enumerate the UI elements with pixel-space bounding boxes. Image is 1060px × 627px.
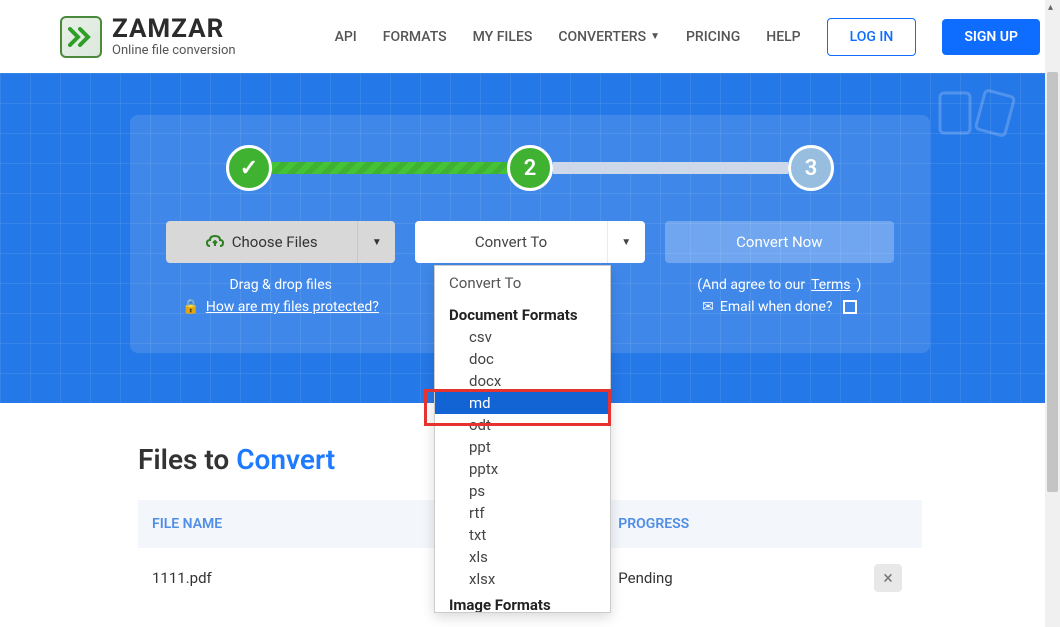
- format-pptx[interactable]: pptx: [435, 458, 610, 480]
- email-checkbox[interactable]: [843, 300, 857, 314]
- nav: API FORMATS MY FILES CONVERTERS▼ PRICING…: [335, 18, 1040, 56]
- choose-files-button[interactable]: Choose Files: [166, 221, 357, 263]
- format-ps[interactable]: ps: [435, 480, 610, 502]
- delete-file-button[interactable]: ×: [874, 564, 902, 592]
- deco-icon: [930, 83, 1020, 143]
- format-docx[interactable]: docx: [435, 370, 610, 392]
- choose-files-group: Choose Files ▼: [166, 221, 395, 263]
- email-line: ✉ Email when done?: [665, 299, 894, 315]
- choose-files-caret[interactable]: ▼: [357, 221, 395, 263]
- chevron-down-icon: ▼: [650, 31, 660, 42]
- step-bar-1: [272, 162, 507, 174]
- file-progress: Pending: [618, 569, 868, 587]
- format-rtf[interactable]: rtf: [435, 502, 610, 524]
- brand-tagline: Online file conversion: [112, 44, 236, 57]
- progress-steps: ✓ 2 3: [166, 145, 894, 191]
- format-csv[interactable]: csv: [435, 326, 610, 348]
- nav-pricing[interactable]: PRICING: [686, 29, 740, 45]
- nav-api[interactable]: API: [335, 29, 357, 45]
- nav-converters[interactable]: CONVERTERS▼: [558, 29, 660, 45]
- terms-line: (And agree to our Terms): [665, 277, 894, 293]
- step-1: ✓: [226, 145, 272, 191]
- dropdown-title: Convert To: [435, 266, 610, 300]
- logo[interactable]: ZAMZAR Online file conversion: [60, 16, 236, 58]
- chevron-down-icon: ▼: [621, 237, 631, 248]
- header: ZAMZAR Online file conversion API FORMAT…: [0, 0, 1060, 73]
- dropdown-group-images: Image Formats: [435, 590, 610, 613]
- convert-now-col: Convert Now (And agree to our Terms) ✉ E…: [665, 221, 894, 321]
- mail-icon: ✉: [702, 299, 714, 315]
- nav-help[interactable]: HELP: [766, 29, 800, 45]
- choose-col: Choose Files ▼ Drag & drop files 🔒 How a…: [166, 221, 395, 321]
- format-dropdown: Convert To Document Formats csv doc docx…: [434, 265, 611, 613]
- login-button[interactable]: LOG IN: [827, 18, 917, 56]
- convert-to-button[interactable]: Convert To: [415, 221, 606, 263]
- lock-icon: 🔒: [182, 299, 199, 315]
- step-3: 3: [788, 145, 834, 191]
- dropdown-scroll[interactable]: Convert To Document Formats csv doc docx…: [435, 266, 610, 613]
- convert-now-button[interactable]: Convert Now: [665, 221, 894, 263]
- protected-link[interactable]: How are my files protected?: [206, 299, 379, 315]
- format-xlsx[interactable]: xlsx: [435, 568, 610, 590]
- format-md[interactable]: md: [435, 392, 610, 414]
- format-odt[interactable]: odt: [435, 414, 610, 436]
- scrollbar-thumb[interactable]: [1047, 72, 1058, 492]
- format-doc[interactable]: doc: [435, 348, 610, 370]
- logo-icon: [60, 16, 102, 58]
- col-progress: PROGRESS: [618, 516, 868, 532]
- dropdown-group-documents: Document Formats: [435, 300, 610, 326]
- signup-button[interactable]: SIGN UP: [942, 19, 1040, 55]
- drag-drop-text: Drag & drop files: [166, 277, 395, 293]
- convert-to-group: Convert To ▼: [415, 221, 644, 263]
- step-2: 2: [507, 145, 553, 191]
- cloud-upload-icon: [206, 234, 224, 250]
- format-xls[interactable]: xls: [435, 546, 610, 568]
- terms-link[interactable]: Terms: [811, 277, 850, 293]
- scroll-up-icon: ▴: [1048, 2, 1053, 13]
- convert-now-group: Convert Now: [665, 221, 894, 263]
- format-txt[interactable]: txt: [435, 524, 610, 546]
- nav-myfiles[interactable]: MY FILES: [473, 29, 533, 45]
- protected-line: 🔒 How are my files protected?: [166, 299, 395, 315]
- step-bar-2: [553, 162, 788, 174]
- format-ppt[interactable]: ppt: [435, 436, 610, 458]
- chevron-down-icon: ▼: [372, 237, 382, 248]
- convert-to-caret[interactable]: ▼: [607, 221, 645, 263]
- page-scrollbar[interactable]: ▴: [1045, 0, 1060, 627]
- brand-name: ZAMZAR: [112, 16, 236, 42]
- nav-formats[interactable]: FORMATS: [383, 29, 447, 45]
- logo-text: ZAMZAR Online file conversion: [112, 16, 236, 57]
